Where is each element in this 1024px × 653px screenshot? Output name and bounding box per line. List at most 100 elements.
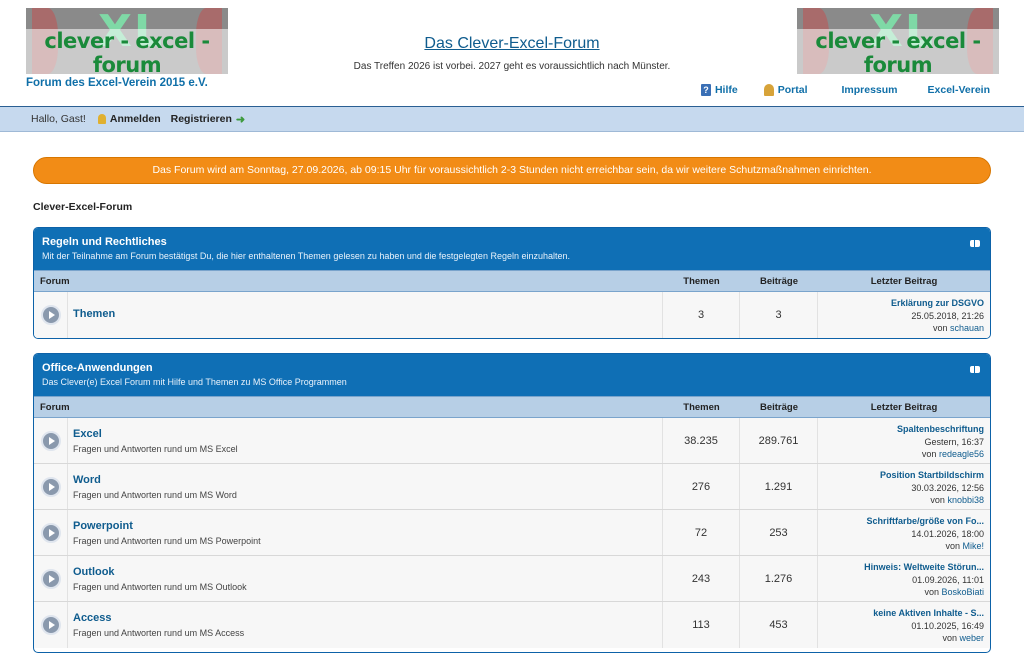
forum-link[interactable]: Outlook — [73, 566, 662, 578]
link-portal[interactable]: Portal — [763, 84, 808, 96]
last-post-by: von — [921, 449, 937, 459]
column-header-row: Forum Themen Beiträge Letzter Beitrag — [34, 396, 990, 418]
last-post-author-line: von weber — [818, 632, 984, 645]
last-post-cell: Position Startbildschirm 30.03.2026, 12:… — [818, 464, 990, 509]
last-post-date: 30.03.2026, 12:56 — [911, 482, 984, 493]
forum-beitraege-count: 3 — [740, 292, 818, 338]
forum-status-icon — [40, 522, 61, 543]
forum-status-cell — [34, 602, 68, 648]
last-post-link[interactable]: Position Startbildschirm — [818, 469, 984, 482]
forum-link[interactable]: Themen — [73, 308, 662, 320]
col-forum: Forum — [40, 275, 70, 287]
forum-themen-count: 38.235 — [663, 418, 740, 463]
last-post-author-line: von Mike! — [818, 540, 984, 553]
register-link[interactable]: Registrieren ➜ — [171, 113, 246, 126]
forum-status-icon — [40, 568, 61, 589]
last-post-cell: Erklärung zur DSGVO 25.05.2018, 21:26 vo… — [818, 292, 990, 338]
greeting: Hallo, Gast! — [31, 113, 86, 125]
category-office: Office-Anwendungen Das Clever(e) Excel F… — [33, 353, 991, 653]
category-header: Office-Anwendungen Das Clever(e) Excel F… — [34, 354, 990, 396]
maintenance-notice: Das Forum wird am Sonntag, 27.09.2026, a… — [33, 157, 991, 184]
last-post-user-link[interactable]: knobbi38 — [947, 495, 984, 505]
forum-link[interactable]: Word — [73, 474, 662, 486]
site-logo-right[interactable]: XL clever - excel - forum — [797, 8, 999, 74]
forum-description: Fragen und Antworten rund um MS Word — [73, 490, 237, 500]
last-post-author-line: von knobbi38 — [818, 494, 984, 507]
forum-themen-count: 113 — [663, 602, 740, 648]
forum-row: Excel Fragen und Antworten rund um MS Exc… — [34, 418, 990, 464]
last-post-author-line: von schauan — [818, 322, 984, 335]
logo-tagline: clever - excel - forum — [797, 29, 999, 74]
help-icon: ? — [700, 84, 711, 96]
forum-description: Fragen und Antworten rund um MS Powerpoi… — [73, 536, 261, 546]
forum-row: Themen 3 3 Erklärung zur DSGVO 25.05.201… — [34, 292, 990, 338]
page-header: XL clever - excel - forum Forum des Exce… — [0, 0, 1024, 106]
last-post-by: von — [945, 541, 960, 551]
link-hilfe[interactable]: ? Hilfe — [700, 84, 738, 96]
last-post-cell: Hinweis: Weltweite Störun... 01.09.2026,… — [818, 556, 990, 601]
collapse-toggle-icon[interactable] — [970, 240, 980, 247]
last-post-date: 25.05.2018, 21:26 — [911, 310, 984, 321]
category-title-link[interactable]: Regeln und Rechtliches — [42, 236, 167, 248]
forum-beitraege-count: 1.291 — [740, 464, 818, 509]
link-excel-verein[interactable]: Excel-Verein — [928, 84, 990, 96]
last-post-link[interactable]: Spaltenbeschriftung — [818, 423, 984, 436]
last-post-cell: Spaltenbeschriftung Gestern, 16:37 von r… — [818, 418, 990, 463]
last-post-user-link[interactable]: BoskoBiati — [941, 587, 984, 597]
last-post-date: 01.09.2026, 11:01 — [912, 574, 984, 585]
breadcrumb[interactable]: Clever-Excel-Forum — [33, 201, 132, 213]
user-bar: Hallo, Gast! Anmelden Registrieren ➜ — [0, 106, 1024, 132]
top-links: ? Hilfe Portal Impressum Excel-Verein — [675, 84, 990, 96]
link-hilfe-label: Hilfe — [714, 84, 738, 96]
forum-name-cell: Outlook Fragen und Antworten rund um MS O… — [68, 556, 663, 601]
last-post-user-link[interactable]: redeagle56 — [939, 449, 984, 459]
forum-link[interactable]: Powerpoint — [73, 520, 662, 532]
last-post-cell: Schriftfarbe/größe von Fo... 14.01.2026,… — [818, 510, 990, 555]
login-link[interactable]: Anmelden — [97, 113, 161, 125]
forum-link[interactable]: Access — [73, 612, 662, 624]
forum-name-cell: Powerpoint Fragen und Antworten rund um M… — [68, 510, 663, 555]
category-description: Das Clever(e) Excel Forum mit Hilfe und … — [42, 377, 347, 387]
category-header: Regeln und Rechtliches Mit der Teilnahme… — [34, 228, 990, 270]
last-post-link[interactable]: keine Aktiven Inhalte - S... — [818, 607, 984, 620]
forum-name-cell: Themen — [68, 292, 663, 338]
link-impressum[interactable]: Impressum — [842, 84, 898, 96]
last-post-by: von — [942, 633, 957, 643]
col-last-post: Letzter Beitrag — [870, 275, 938, 287]
last-post-user-link[interactable]: weber — [959, 633, 984, 643]
col-last-post: Letzter Beitrag — [870, 401, 938, 413]
login-label: Anmelden — [109, 113, 161, 125]
forum-themen-count: 72 — [663, 510, 740, 555]
col-themen: Themen — [683, 275, 720, 287]
forum-link[interactable]: Excel — [73, 428, 662, 440]
forum-status-cell — [34, 292, 68, 338]
last-post-cell: keine Aktiven Inhalte - S... 01.10.2025,… — [818, 602, 990, 648]
forum-status-cell — [34, 464, 68, 509]
col-beitraege: Beiträge — [759, 275, 798, 287]
last-post-by: von — [924, 587, 939, 597]
forum-status-cell — [34, 556, 68, 601]
last-post-link[interactable]: Erklärung zur DSGVO — [818, 297, 984, 310]
col-beitraege: Beiträge — [759, 401, 798, 413]
category-title-link[interactable]: Office-Anwendungen — [42, 362, 153, 374]
portal-icon — [763, 84, 774, 96]
last-post-link[interactable]: Schriftfarbe/größe von Fo... — [818, 515, 984, 528]
last-post-date: Gestern, 16:37 — [924, 436, 984, 447]
forum-row: Outlook Fragen und Antworten rund um MS O… — [34, 556, 990, 602]
forum-beitraege-count: 1.276 — [740, 556, 818, 601]
link-portal-label: Portal — [777, 84, 808, 96]
last-post-link[interactable]: Hinweis: Weltweite Störun... — [818, 561, 984, 574]
last-post-user-link[interactable]: Mike! — [962, 541, 984, 551]
collapse-toggle-icon[interactable] — [970, 366, 980, 373]
forum-name-cell: Access Fragen und Antworten rund um MS Ac… — [68, 602, 663, 648]
forum-description: Fragen und Antworten rund um MS Access — [73, 628, 245, 638]
forum-beitraege-count: 289.761 — [740, 418, 818, 463]
forum-status-cell — [34, 510, 68, 555]
forum-row: Access Fragen und Antworten rund um MS Ac… — [34, 602, 990, 648]
forum-name-cell: Word Fragen und Antworten rund um MS Word — [68, 464, 663, 509]
forum-beitraege-count: 453 — [740, 602, 818, 648]
last-post-user-link[interactable]: schauan — [950, 323, 984, 333]
col-forum: Forum — [40, 401, 70, 413]
forum-themen-count: 3 — [663, 292, 740, 338]
category-description: Mit der Teilnahme am Forum bestätigst Du… — [42, 251, 571, 261]
